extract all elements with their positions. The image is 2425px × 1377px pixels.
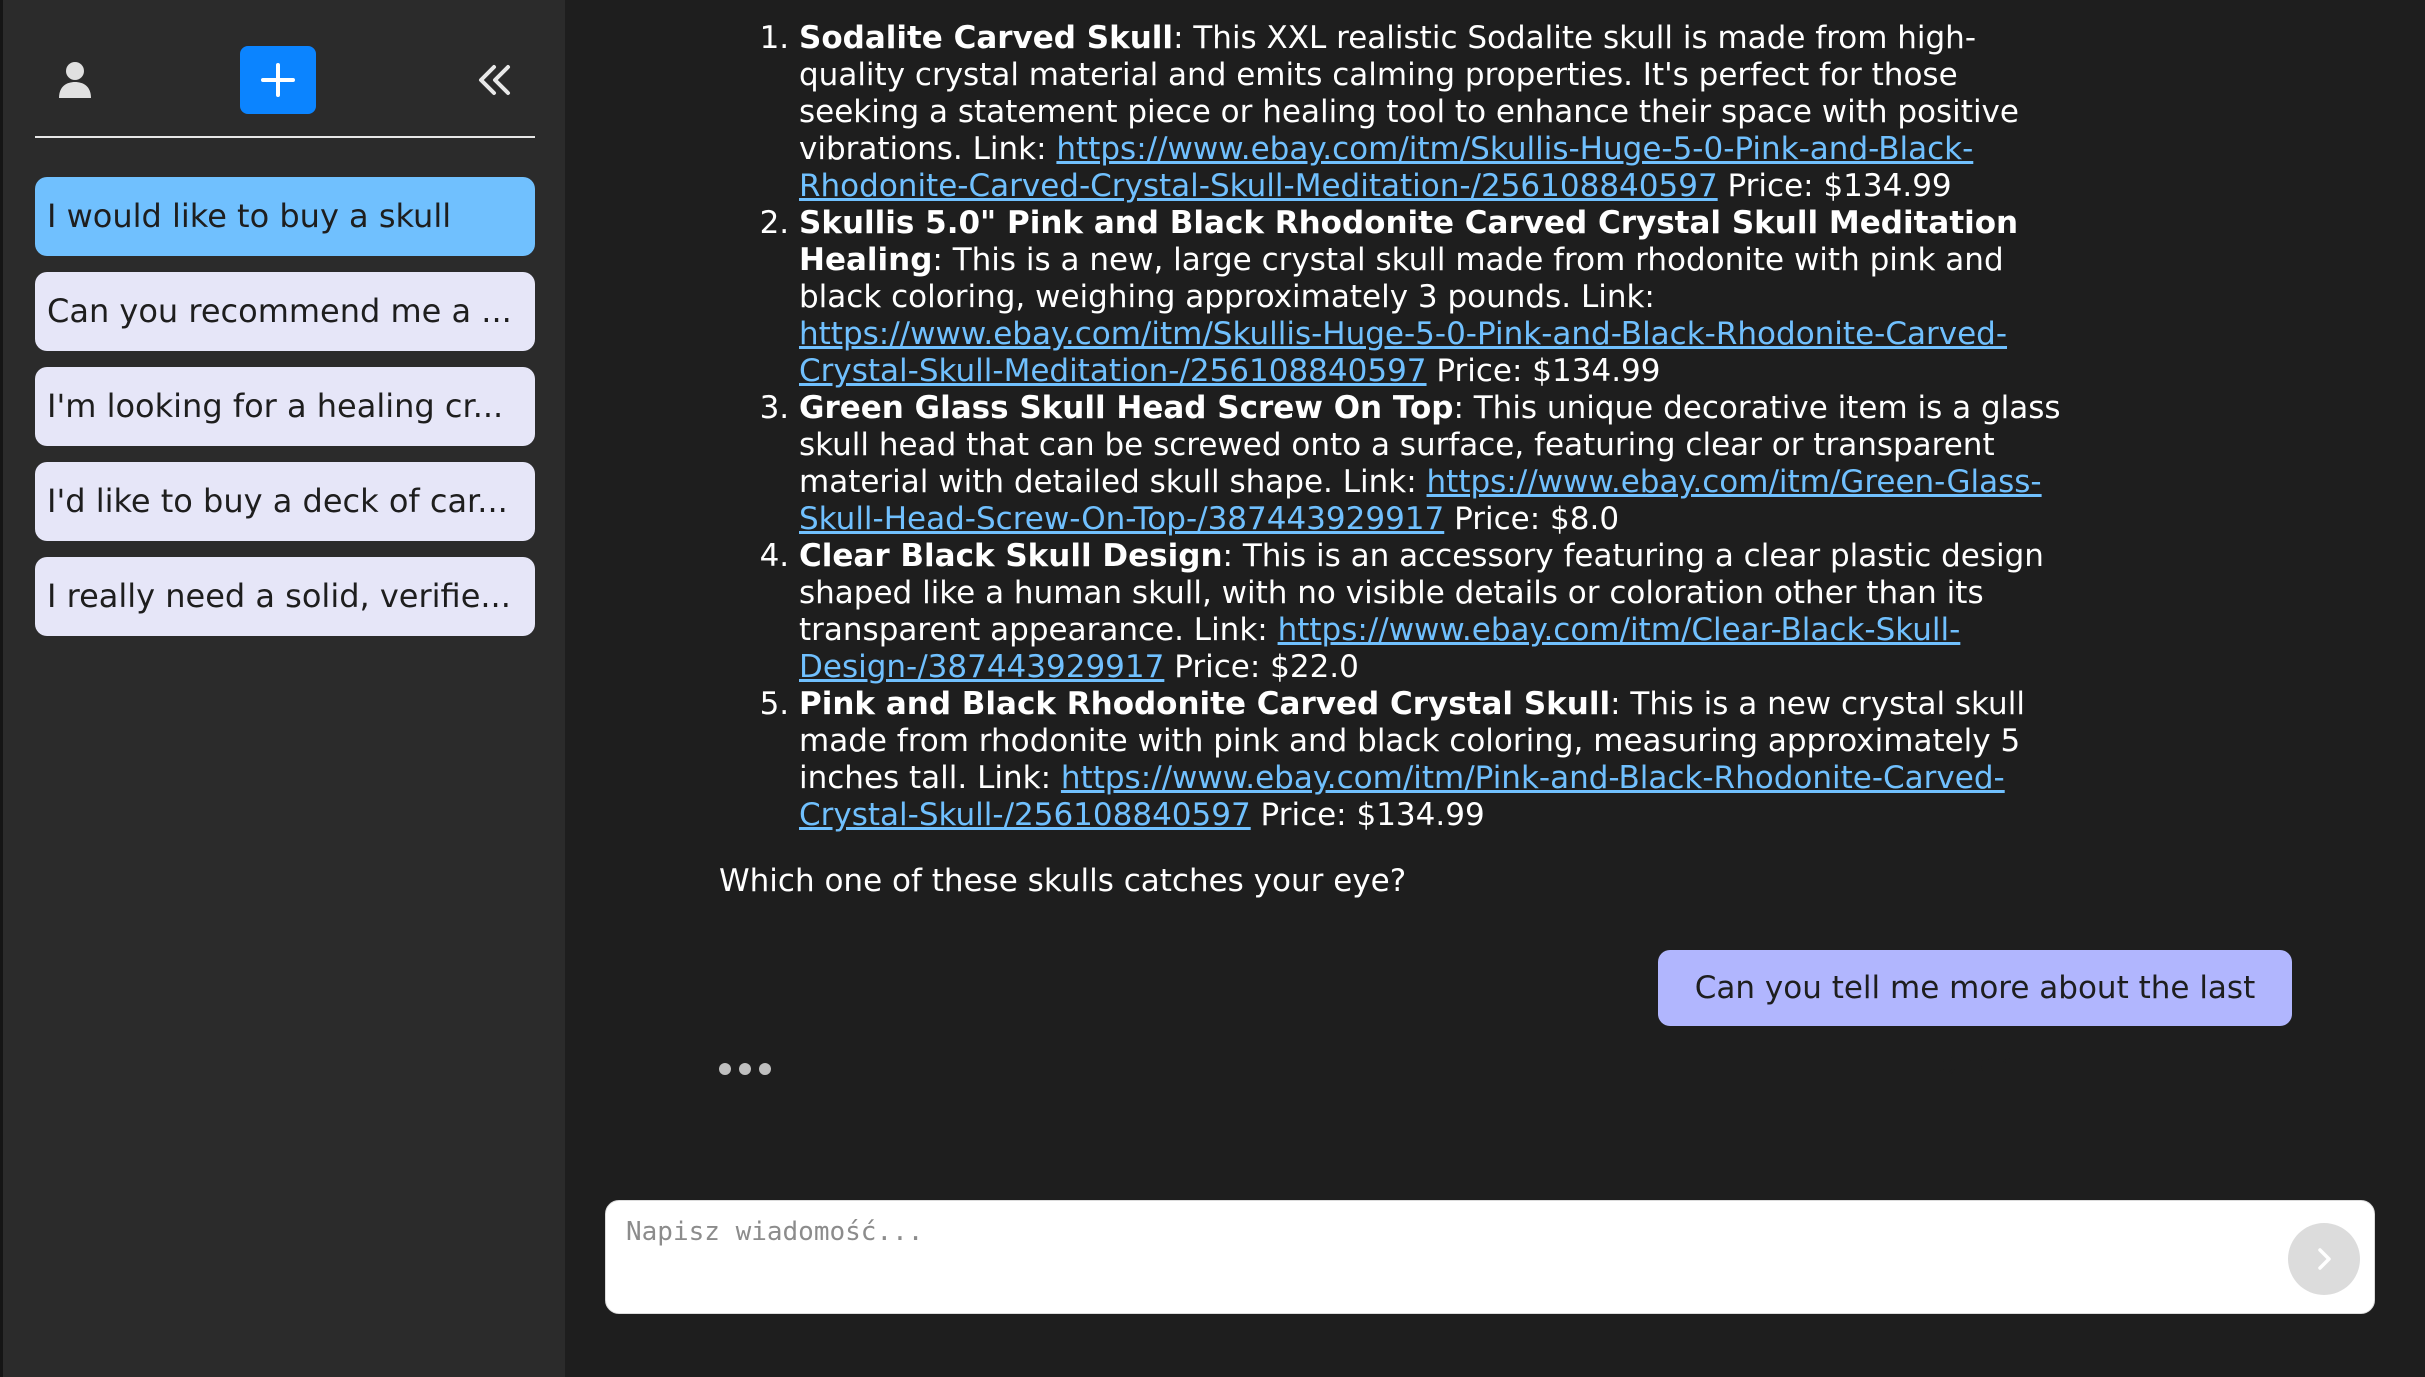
typing-indicator [719,1063,771,1075]
chevron-right-icon [2318,1248,2331,1270]
product-name: Clear Black Skull Design [799,538,1223,574]
product-item: Pink and Black Rhodonite Carved Crystal … [799,686,2079,834]
collapse-sidebar-button[interactable] [465,50,525,110]
window-edge [0,0,3,1377]
user-button[interactable] [50,50,100,110]
chat-history-list: I would like to buy a skull Can you recom… [35,177,535,652]
assistant-message: Sodalite Carved Skull: This XXL realisti… [719,20,2079,900]
send-button[interactable] [2288,1223,2360,1295]
typing-dot [739,1063,751,1075]
product-price: Price: $8.0 [1444,501,1620,537]
product-name: Pink and Black Rhodonite Carved Crystal … [799,686,1611,722]
product-list: Sodalite Carved Skull: This XXL realisti… [719,20,2079,834]
product-price: Price: $22.0 [1164,649,1359,685]
user-message-bubble: Can you tell me more about the last one? [1658,950,2292,1082]
double-chevron-left-icon [479,65,510,95]
product-link[interactable]: https://www.ebay.com/itm/Skullis-Huge-5-… [799,316,2007,389]
assistant-question: Which one of these skulls catches your e… [719,863,1407,899]
product-name: Green Glass Skull Head Screw On Top [799,390,1454,426]
product-item: Sodalite Carved Skull: This XXL realisti… [799,20,2079,205]
sidebar-header [35,0,535,138]
message-composer [605,1200,2375,1314]
product-item: Skullis 5.0" Pink and Black Rhodonite Ca… [799,205,2079,390]
chat-panel: Sodalite Carved Skull: This XXL realisti… [565,0,2425,1377]
product-price: Price: $134.99 [1250,797,1485,833]
user-icon [59,62,91,98]
product-name: Sodalite Carved Skull [799,20,1174,56]
message-input[interactable] [624,1215,2248,1299]
chat-history-item[interactable]: I'm looking for a healing cr... [35,367,535,446]
typing-dot [719,1063,731,1075]
sidebar: I would like to buy a skull Can you recom… [0,0,565,1377]
product-price: Price: $134.99 [1717,168,1952,204]
product-item: Clear Black Skull Design: This is an acc… [799,538,2079,686]
plus-icon [261,63,295,97]
chat-history-item[interactable]: Can you recommend me a ... [35,272,535,351]
chat-history-item[interactable]: I would like to buy a skull [35,177,535,256]
product-price: Price: $134.99 [1426,353,1661,389]
new-chat-button[interactable] [240,46,316,114]
typing-dot [759,1063,771,1075]
chat-history-item[interactable]: I really need a solid, verifie... [35,557,535,636]
product-description: : This is a new, large crystal skull mad… [799,242,2004,315]
chat-history-item[interactable]: I'd like to buy a deck of car... [35,462,535,541]
product-item: Green Glass Skull Head Screw On Top: Thi… [799,390,2079,538]
